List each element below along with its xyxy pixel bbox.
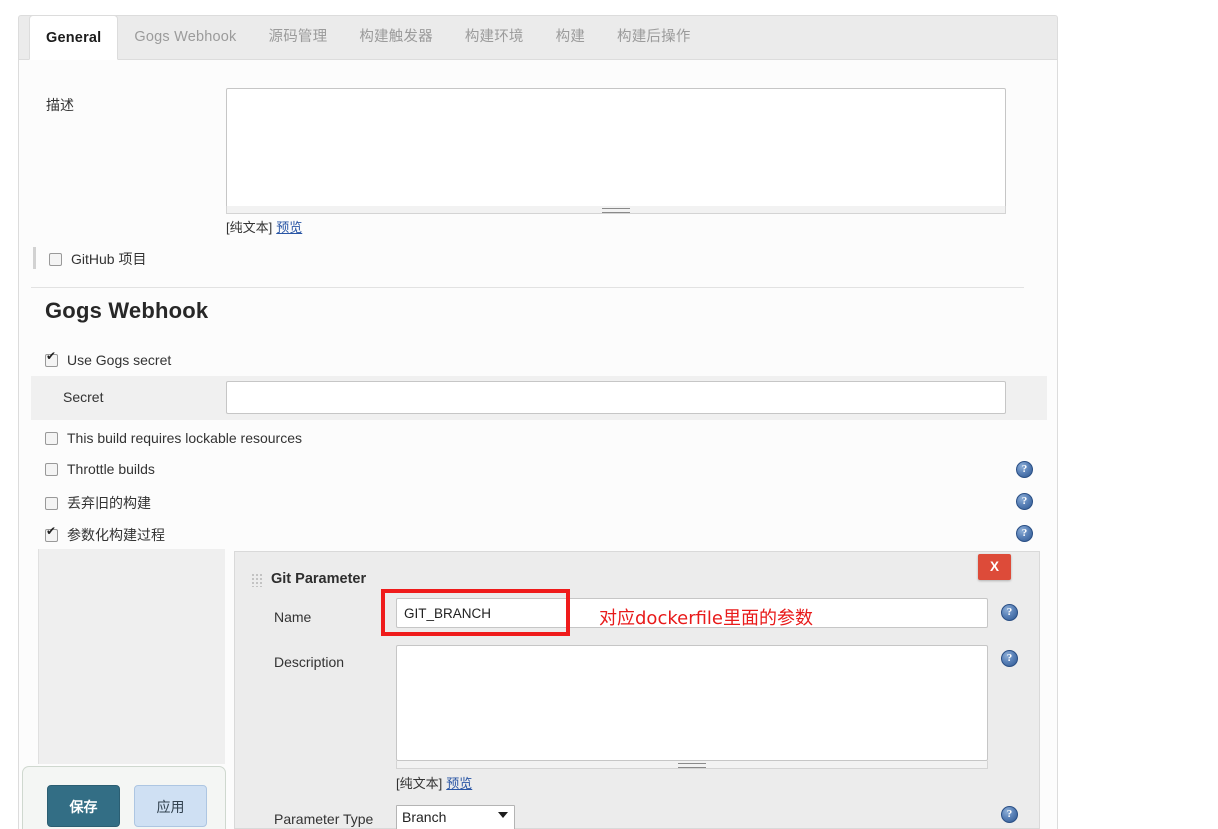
git-parameter-type-label: Parameter Type: [274, 811, 374, 827]
description-preview-link[interactable]: 预览: [276, 220, 302, 235]
git-parameter-name-help-icon[interactable]: ?: [1001, 604, 1018, 621]
parameterized-build-help-icon[interactable]: ?: [1016, 525, 1033, 542]
tab-general[interactable]: General: [29, 15, 119, 60]
throttle-builds-checkbox[interactable]: [45, 462, 58, 476]
git-parameter-title: Git Parameter: [271, 571, 367, 587]
lockable-resources-checkbox[interactable]: [45, 431, 58, 445]
lockable-resources-row[interactable]: This build requires lockable resources: [45, 430, 302, 446]
row-marker: [33, 247, 36, 269]
discard-old-builds-checkbox[interactable]: [45, 496, 58, 510]
github-project-row[interactable]: GitHub 项目: [33, 247, 147, 269]
git-parameter-preview-link[interactable]: 预览: [446, 776, 472, 791]
section-divider: [31, 287, 1024, 288]
description-resize-bar[interactable]: [226, 206, 1006, 214]
throttle-builds-label: Throttle builds: [67, 461, 155, 477]
lockable-resources-label: This build requires lockable resources: [67, 430, 302, 446]
tab-gogs-webhook[interactable]: Gogs Webhook: [118, 15, 252, 59]
throttle-builds-row[interactable]: Throttle builds: [45, 461, 155, 477]
git-parameter-plaintext-label: [纯文本]: [396, 776, 443, 791]
apply-button[interactable]: 应用: [134, 785, 207, 827]
page-right-gutter: [1059, 0, 1218, 829]
git-parameter-description-label: Description: [274, 654, 345, 670]
secret-input[interactable]: [226, 381, 1006, 414]
description-textarea[interactable]: [226, 88, 1006, 208]
tab-build[interactable]: 构建: [540, 15, 601, 59]
use-gogs-secret-row[interactable]: Use Gogs secret: [45, 350, 172, 368]
save-button[interactable]: 保存: [47, 785, 120, 827]
git-parameter-plaintext-note: [纯文本] 预览: [396, 773, 472, 792]
plaintext-label: [纯文本]: [226, 220, 273, 235]
github-project-checkbox[interactable]: [49, 252, 62, 266]
tab-build-environment[interactable]: 构建环境: [449, 15, 540, 59]
gogs-webhook-section-title: Gogs Webhook: [45, 298, 209, 323]
parameterized-build-checkbox[interactable]: [45, 525, 58, 542]
use-gogs-secret-checkbox[interactable]: [45, 350, 58, 367]
secret-label: Secret: [63, 389, 104, 405]
delete-parameter-button[interactable]: X: [978, 554, 1011, 580]
jenkins-job-config-page: General Gogs Webhook 源码管理 构建触发器 构建环境 构建 …: [0, 0, 1218, 829]
tab-source-code-management[interactable]: 源码管理: [253, 15, 344, 59]
discard-old-builds-label: 丢弃旧的构建: [67, 495, 151, 511]
parameterized-build-label: 参数化构建过程: [67, 527, 165, 543]
discard-old-builds-row[interactable]: 丢弃旧的构建: [45, 493, 151, 513]
git-parameter-description-resize-bar[interactable]: [396, 761, 988, 769]
parameterized-build-row[interactable]: 参数化构建过程: [45, 525, 165, 545]
git-parameter-description-help-icon[interactable]: ?: [1001, 650, 1018, 667]
form-action-bar: 保存 应用: [22, 766, 226, 829]
config-tab-bar: General Gogs Webhook 源码管理 构建触发器 构建环境 构建 …: [18, 15, 1058, 60]
discard-old-builds-help-icon[interactable]: ?: [1016, 493, 1033, 510]
annotation-text: 对应dockerfile里面的参数: [599, 608, 814, 629]
github-project-label: GitHub 项目: [71, 251, 147, 267]
use-gogs-secret-label: Use Gogs secret: [67, 352, 172, 368]
tab-build-triggers[interactable]: 构建触发器: [343, 15, 449, 59]
description-plaintext-note: [纯文本] 预览: [226, 217, 302, 236]
parameter-left-column: [38, 549, 225, 764]
throttle-builds-help-icon[interactable]: ?: [1016, 461, 1033, 478]
drag-handle-icon[interactable]: [251, 573, 263, 587]
git-parameter-type-select[interactable]: Branch: [396, 805, 515, 829]
description-label: 描述: [46, 97, 74, 113]
git-parameter-description-textarea[interactable]: [396, 645, 988, 761]
tab-post-build-actions[interactable]: 构建后操作: [601, 15, 707, 59]
git-parameter-type-help-icon[interactable]: ?: [1001, 806, 1018, 823]
git-parameter-name-label: Name: [274, 609, 312, 625]
